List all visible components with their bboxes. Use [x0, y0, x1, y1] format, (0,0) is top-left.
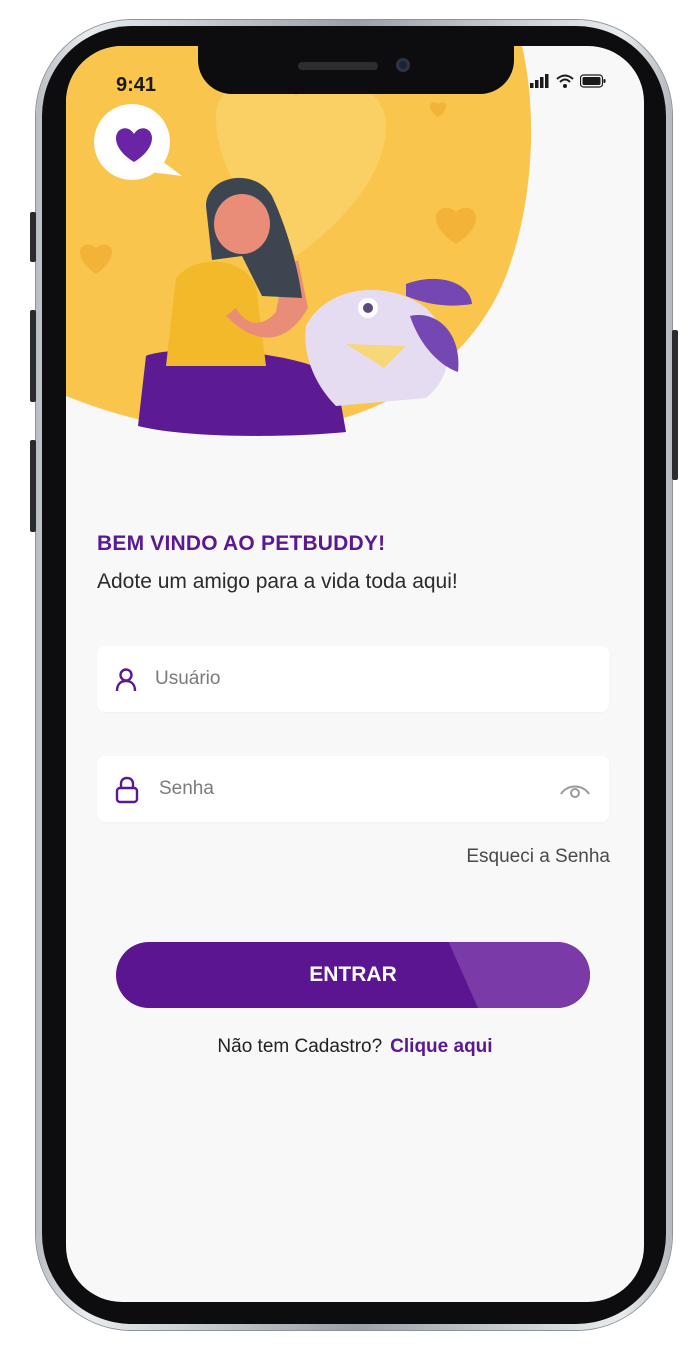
signup-row: Não tem Cadastro? Clique aqui: [66, 1036, 644, 1058]
welcome-subtitle: Adote um amigo para a vida toda aqui!: [97, 570, 458, 593]
signup-link[interactable]: Clique aqui: [390, 1036, 492, 1057]
user-icon: [115, 668, 137, 692]
lock-icon: [115, 776, 139, 804]
front-camera: [396, 58, 410, 72]
signup-prompt: Não tem Cadastro?: [217, 1036, 383, 1057]
eye-icon[interactable]: [559, 782, 591, 798]
status-time: 9:41: [116, 74, 157, 96]
forgot-password-link[interactable]: Esqueci a Senha: [466, 846, 610, 868]
wifi-icon: [556, 74, 574, 88]
password-field[interactable]: Senha: [97, 756, 609, 822]
hero-illustration: [66, 46, 532, 436]
welcome-title: BEM VINDO AO PETBUDDY!: [97, 532, 386, 555]
password-placeholder: Senha: [159, 778, 214, 799]
login-button[interactable]: ENTRAR: [116, 942, 590, 1008]
volume-up-button: [30, 310, 36, 402]
signal-icon: [530, 74, 549, 88]
status-icons: [530, 74, 606, 88]
girl-face: [214, 194, 270, 254]
app-screen: 9:41 BEM VINDO AO PETBUDDY! Adote um ami…: [66, 46, 644, 1302]
mute-switch: [30, 212, 36, 262]
notch: [198, 46, 514, 94]
username-field[interactable]: Usuário: [97, 646, 609, 712]
username-placeholder: Usuário: [155, 668, 221, 689]
speaker: [298, 62, 378, 70]
login-button-label: ENTRAR: [309, 963, 397, 986]
volume-down-button: [30, 440, 36, 532]
power-button: [672, 330, 678, 480]
battery-icon: [580, 74, 606, 88]
